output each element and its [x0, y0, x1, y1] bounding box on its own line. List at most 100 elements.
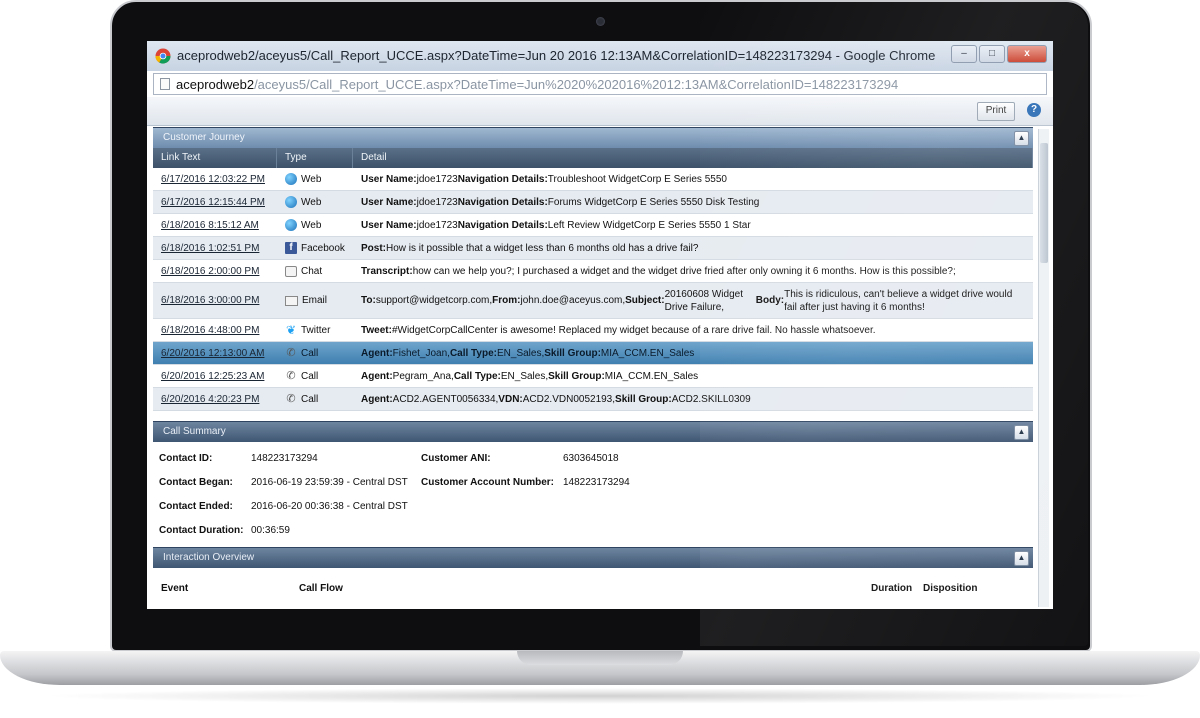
journey-cell-type: ✆ Call [277, 365, 353, 387]
journey-row[interactable]: 6/20/2016 12:13:00 AM ✆ Call Agent: Fishet_… [153, 342, 1033, 365]
column-duration: Duration [871, 583, 913, 594]
maximize-button[interactable]: □ [979, 45, 1005, 63]
journey-type-label: Web [301, 173, 322, 185]
globe-icon [285, 173, 297, 185]
journey-type-label: Web [301, 219, 322, 231]
journey-detail: Post: How is it possible that a widget l… [361, 242, 699, 254]
interaction-overview-panel: Interaction Overview ▲ [153, 547, 1033, 568]
url-path: /aceyus5/Call_Report_UCCE.aspx?DateTime=… [254, 77, 899, 92]
close-button[interactable]: x [1007, 45, 1047, 63]
globe-icon [285, 196, 297, 208]
journey-cell-type: f Facebook [277, 237, 353, 259]
contact-id-label: Contact ID: [159, 453, 213, 464]
journey-row[interactable]: 6/18/2016 4:48:00 PM ❦ Twitter Tweet: #Widg… [153, 319, 1033, 342]
journey-cell-type: ✆ Call [277, 388, 353, 410]
journey-cell-link: 6/18/2016 8:15:12 AM [153, 214, 277, 236]
journey-link[interactable]: 6/20/2016 12:13:00 AM [161, 348, 264, 359]
journey-type-label: Call [301, 347, 319, 359]
journey-cell-type: ✆ Call [277, 342, 353, 364]
interaction-overview-title: Interaction Overview [163, 552, 255, 563]
journey-link[interactable]: 6/18/2016 1:02:51 PM [161, 243, 259, 254]
journey-row[interactable]: 6/20/2016 4:20:23 PM ✆ Call Agent: ACD2.AGE… [153, 388, 1033, 411]
browser-window: aceprodweb2/aceyus5/Call_Report_UCCE.asp… [147, 41, 1053, 609]
journey-link[interactable]: 6/20/2016 4:20:23 PM [161, 394, 259, 405]
phone-icon: ✆ [286, 393, 296, 405]
journey-cell-link: 6/18/2016 2:00:00 PM [153, 260, 277, 282]
vertical-scrollbar[interactable] [1038, 129, 1049, 607]
journey-detail: Agent: ACD2.AGENT0056334, VDN: ACD2.VDN0… [361, 393, 751, 405]
collapse-overview-button[interactable]: ▲ [1014, 551, 1029, 566]
journey-cell-link: 6/18/2016 3:00:00 PM [153, 283, 277, 318]
report-toolbar: Print ? [147, 97, 1053, 126]
call-summary-title: Call Summary [163, 426, 226, 437]
url-text: aceprodweb2/aceyus5/Call_Report_UCCE.asp… [176, 77, 898, 92]
journey-row[interactable]: 6/20/2016 12:25:23 AM ✆ Call Agent: Pegram_… [153, 365, 1033, 388]
column-link-text[interactable]: Link Text [153, 148, 277, 168]
phone-icon: ✆ [286, 347, 296, 359]
contact-ended-value: 2016-06-20 00:36:38 - Central DST [251, 501, 408, 512]
journey-cell-type: Chat [277, 260, 353, 282]
journey-link[interactable]: 6/17/2016 12:15:44 PM [161, 197, 265, 208]
scrollbar-thumb[interactable] [1040, 143, 1048, 263]
window-titlebar: aceprodweb2/aceyus5/Call_Report_UCCE.asp… [147, 41, 1053, 71]
contact-duration-value: 00:36:59 [251, 525, 290, 536]
journey-link[interactable]: 6/18/2016 3:00:00 PM [161, 295, 259, 306]
journey-row[interactable]: 6/18/2016 1:02:51 PM f Facebook Post: How i… [153, 237, 1033, 260]
journey-type-label: Web [301, 196, 322, 208]
journey-cell-link: 6/18/2016 4:48:00 PM [153, 319, 277, 341]
phone-icon: ✆ [286, 370, 296, 382]
contact-ended-label: Contact Ended: [159, 501, 233, 512]
call-summary-header: Call Summary ▲ [153, 421, 1033, 442]
contact-began-label: Contact Began: [159, 477, 233, 488]
journey-row[interactable]: 6/17/2016 12:15:44 PM Web User Name: jdoe1… [153, 191, 1033, 214]
journey-link[interactable]: 6/18/2016 2:00:00 PM [161, 266, 259, 277]
customer-ani-value: 6303645018 [563, 453, 619, 464]
journey-link[interactable]: 6/18/2016 4:48:00 PM [161, 325, 259, 336]
help-icon[interactable]: ? [1027, 103, 1041, 117]
journey-type-label: Twitter [301, 324, 331, 336]
journey-link[interactable]: 6/20/2016 12:25:23 AM [161, 371, 264, 382]
address-bar[interactable]: aceprodweb2/aceyus5/Call_Report_UCCE.asp… [153, 73, 1047, 95]
journey-cell-link: 6/20/2016 12:13:00 AM [153, 342, 277, 364]
journey-row[interactable]: 6/18/2016 8:15:12 AM Web User Name: jdoe17… [153, 214, 1033, 237]
customer-account-value: 148223173294 [563, 477, 630, 488]
url-host: aceprodweb2 [176, 77, 255, 92]
collapse-journey-button[interactable]: ▲ [1014, 131, 1029, 146]
journey-row[interactable]: 6/18/2016 3:00:00 PM Email To: support@wid… [153, 283, 1033, 319]
journey-cell-link: 6/18/2016 1:02:51 PM [153, 237, 277, 259]
chrome-icon [155, 48, 171, 64]
call-summary-body: Contact ID: 148223173294 Customer ANI: 6… [159, 453, 1019, 543]
journey-row[interactable]: 6/18/2016 2:00:00 PM Chat Transcript: how … [153, 260, 1033, 283]
call-summary-panel: Call Summary ▲ [153, 421, 1033, 442]
journey-detail: User Name: jdoe1723 Navigation Details: … [361, 173, 727, 185]
journey-cell-type: Email [277, 283, 353, 318]
customer-ani-label: Customer ANI: [421, 453, 491, 464]
print-button[interactable]: Print [977, 102, 1015, 121]
email-icon [285, 295, 298, 306]
customer-account-label: Customer Account Number: [421, 477, 554, 488]
journey-row[interactable]: 6/17/2016 12:03:22 PM Web User Name: jdoe1… [153, 168, 1033, 191]
minimize-button[interactable]: – [951, 45, 977, 63]
journey-link[interactable]: 6/17/2016 12:03:22 PM [161, 174, 265, 185]
contact-id-value: 148223173294 [251, 453, 318, 464]
journey-type-label: Facebook [301, 242, 345, 254]
webcam [596, 17, 605, 26]
journey-type-label: Email [302, 295, 328, 306]
column-detail[interactable]: Detail [353, 148, 1033, 168]
journey-detail: Agent: Pegram_Ana, Call Type: EN_Sales, … [361, 370, 699, 382]
customer-journey-header: Customer Journey ▲ [153, 127, 1033, 148]
journey-cell-type: Web [277, 214, 353, 236]
interaction-overview-header: Interaction Overview ▲ [153, 547, 1033, 568]
collapse-summary-button[interactable]: ▲ [1014, 425, 1029, 440]
journey-detail: Tweet: #WidgetCorpCallCenter is awesome!… [361, 324, 876, 336]
column-type[interactable]: Type [277, 148, 353, 168]
journey-cell-type: ❦ Twitter [277, 319, 353, 341]
journey-cell-link: 6/20/2016 4:20:23 PM [153, 388, 277, 410]
customer-journey-title: Customer Journey [163, 132, 245, 143]
journey-link[interactable]: 6/18/2016 8:15:12 AM [161, 220, 259, 231]
laptop-base-notch [517, 651, 683, 665]
contact-duration-label: Contact Duration: [159, 525, 244, 536]
journey-rows: 6/17/2016 12:03:22 PM Web User Name: jdoe1… [153, 168, 1033, 411]
facebook-icon: f [285, 242, 297, 254]
twitter-icon: ❦ [285, 323, 297, 337]
